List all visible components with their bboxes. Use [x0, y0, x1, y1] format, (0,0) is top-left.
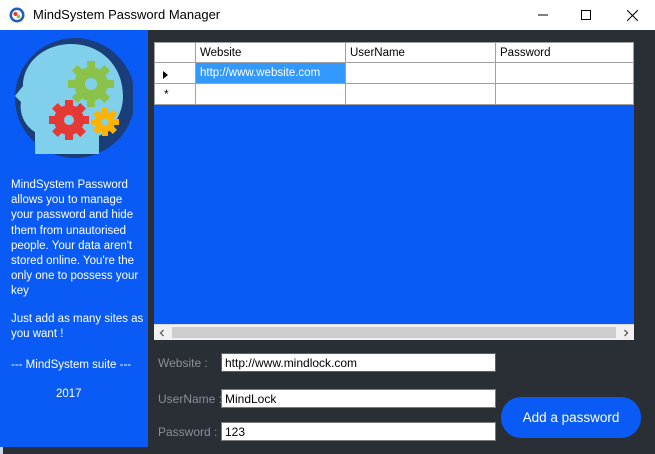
username-input[interactable] [221, 389, 496, 408]
password-input[interactable] [221, 422, 496, 441]
minimize-icon [538, 14, 548, 16]
year-label: 2017 [56, 388, 82, 400]
app-description: MindSystem Password allows you to manage… [11, 179, 139, 298]
close-button[interactable] [609, 0, 655, 30]
column-header-password[interactable]: Password [495, 42, 634, 63]
cell-username[interactable] [345, 62, 496, 84]
cell-website[interactable]: http://www.website.com [195, 62, 346, 84]
column-header-website[interactable]: Website [195, 42, 346, 63]
grid-header-row: Website UserName Password [154, 42, 634, 63]
add-password-button[interactable]: Add a password [501, 397, 641, 438]
suite-label: --- MindSystem suite --- [11, 359, 132, 371]
new-row[interactable]: * [154, 83, 634, 105]
chevron-right-icon [624, 329, 629, 337]
website-input[interactable] [221, 353, 496, 372]
window-title: MindSystem Password Manager [33, 7, 221, 22]
new-row-header[interactable]: * [154, 83, 196, 105]
current-row-arrow-icon [163, 71, 168, 79]
username-label: UserName : [158, 392, 223, 406]
chevron-left-icon [159, 329, 164, 337]
new-cell-username[interactable] [345, 83, 496, 105]
website-label: Website : [158, 356, 208, 370]
new-cell-password[interactable] [495, 83, 634, 105]
scroll-right-button[interactable] [618, 325, 634, 341]
scrollbar-thumb[interactable] [172, 327, 616, 338]
mind-gears-logo-icon [15, 38, 133, 158]
row-header[interactable] [154, 62, 196, 84]
maximize-icon [581, 10, 591, 20]
grid-table: Website UserName Password http://www.web… [154, 42, 634, 105]
horizontal-scrollbar[interactable] [154, 324, 634, 340]
grid-corner-header[interactable] [154, 42, 196, 63]
title-bar: MindSystem Password Manager [0, 0, 655, 30]
password-grid[interactable]: Website UserName Password http://www.web… [154, 42, 634, 340]
add-hint-text: Just add as many sites as you want ! [11, 313, 144, 341]
side-panel: MindSystem Password allows you to manage… [0, 30, 148, 447]
app-icon [9, 7, 25, 23]
table-row[interactable]: http://www.website.com [154, 62, 634, 84]
minimize-button[interactable] [520, 0, 566, 30]
password-label: Password : [158, 425, 218, 439]
close-icon [626, 9, 638, 21]
column-header-username[interactable]: UserName [345, 42, 496, 63]
new-cell-website[interactable] [195, 83, 346, 105]
maximize-button[interactable] [563, 0, 609, 30]
cell-password[interactable] [495, 62, 634, 84]
scroll-left-button[interactable] [154, 325, 170, 341]
